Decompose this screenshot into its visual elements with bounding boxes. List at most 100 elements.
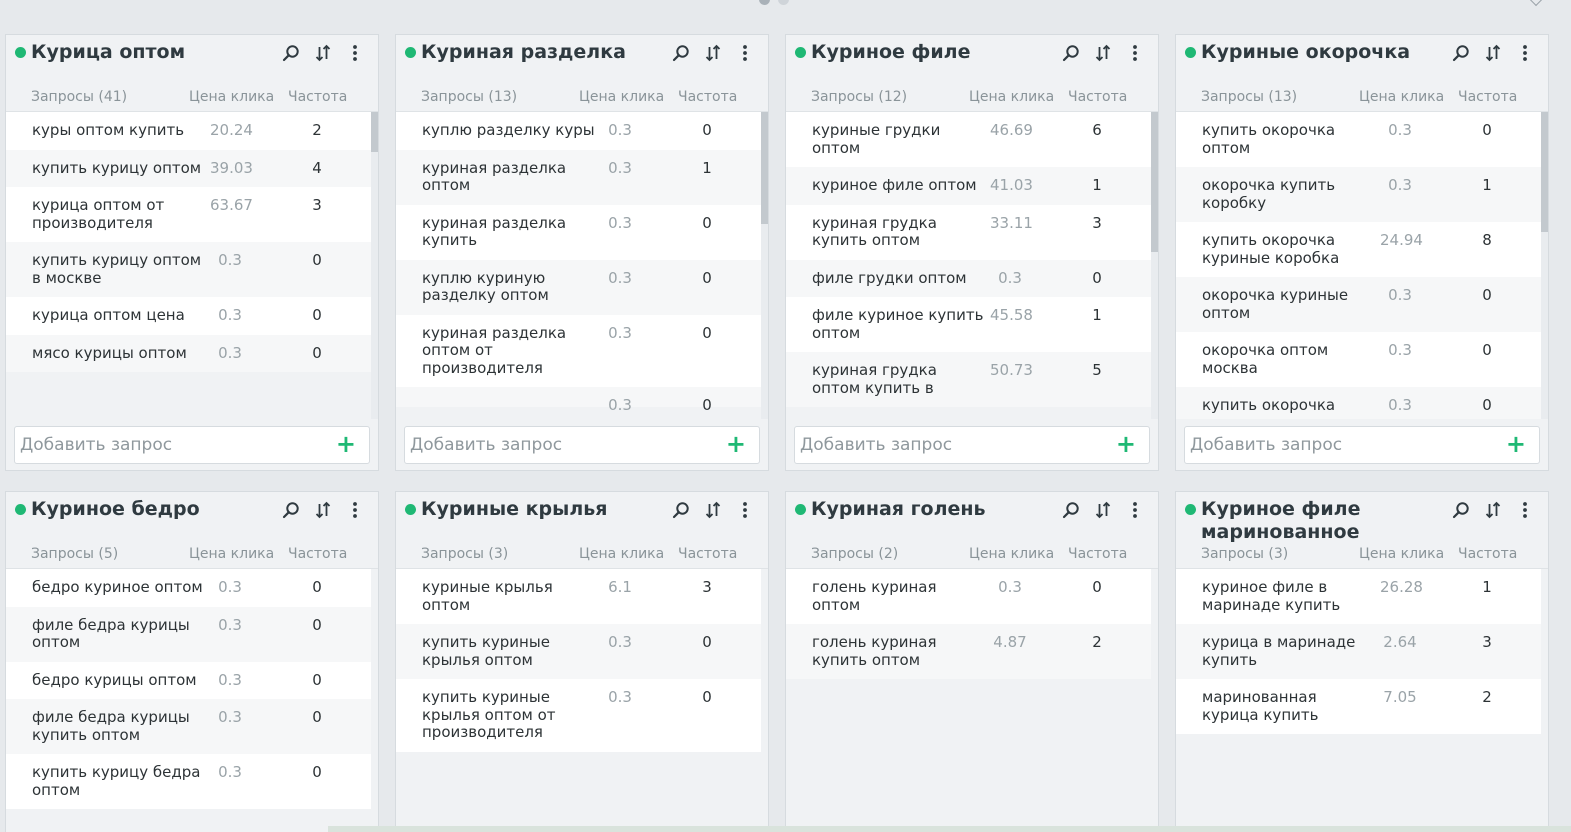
query-row[interactable]: куплю куриную разделку оптом 0.3 0 bbox=[396, 259, 761, 315]
column-frequency[interactable]: Частота bbox=[1068, 546, 1127, 562]
page-dot[interactable] bbox=[778, 0, 789, 5]
query-row[interactable]: филе бедра курицы оптом 0.3 0 bbox=[6, 606, 371, 662]
query-row[interactable]: куриное филе оптом 41.03 1 bbox=[786, 167, 1151, 205]
query-row[interactable]: куриное филе в маринаде купить 26.28 1 bbox=[1176, 569, 1541, 624]
column-queries[interactable]: Запросы (13) bbox=[1201, 89, 1297, 105]
query-row[interactable]: купить курицу оптом в москве 0.3 0 bbox=[6, 242, 371, 297]
search-icon[interactable] bbox=[1451, 500, 1470, 520]
column-price[interactable]: Цена клика bbox=[579, 546, 664, 562]
column-price[interactable]: Цена клика bbox=[1359, 89, 1444, 105]
query-row[interactable]: купить окорочка оптом 0.3 0 bbox=[1176, 112, 1541, 167]
column-queries[interactable]: Запросы (12) bbox=[811, 89, 907, 105]
query-row[interactable]: куриная грудка оптом купить в 50.73 5 bbox=[786, 352, 1151, 407]
column-frequency[interactable]: Частота bbox=[678, 546, 737, 562]
card-title[interactable]: Куриное филе маринованное bbox=[1201, 498, 1441, 544]
search-icon[interactable] bbox=[1061, 500, 1080, 520]
query-row[interactable]: куриные грудки оптом 46.69 6 bbox=[786, 112, 1151, 167]
add-query-field[interactable]: Добавить запрос + bbox=[1184, 426, 1540, 464]
list-scrollbar[interactable] bbox=[761, 112, 768, 419]
column-queries[interactable]: Запросы (3) bbox=[1201, 546, 1288, 562]
pagination-dots[interactable] bbox=[759, 0, 789, 5]
card-title[interactable]: Куриная разделка bbox=[421, 41, 661, 64]
column-price[interactable]: Цена клика bbox=[189, 89, 274, 105]
query-row[interactable]: окорочка оптом москва 0.3 0 bbox=[1176, 332, 1541, 387]
plus-icon[interactable]: + bbox=[336, 431, 356, 457]
query-row[interactable]: купить курицу оптом 39.03 4 bbox=[6, 149, 371, 187]
query-row[interactable]: купить окорочка 0.3 0 bbox=[1176, 387, 1541, 419]
more-vertical-icon[interactable] bbox=[345, 500, 364, 520]
column-frequency[interactable]: Частота bbox=[288, 546, 347, 562]
query-row[interactable]: курица оптом от производителя 63.67 3 bbox=[6, 187, 371, 242]
column-queries[interactable]: Запросы (41) bbox=[31, 89, 127, 105]
card-title[interactable]: Куриные окорочка bbox=[1201, 41, 1441, 64]
query-row[interactable]: куриные крылья оптом 6.1 3 bbox=[396, 569, 761, 624]
more-vertical-icon[interactable] bbox=[735, 500, 754, 520]
query-row[interactable]: окорочка куриные оптом 0.3 0 bbox=[1176, 277, 1541, 332]
chevron-down-icon[interactable] bbox=[1528, 0, 1544, 7]
sort-icon[interactable] bbox=[1093, 43, 1112, 63]
list-scrollbar[interactable] bbox=[371, 112, 378, 419]
search-icon[interactable] bbox=[281, 500, 300, 520]
column-queries[interactable]: Запросы (13) bbox=[421, 89, 517, 105]
add-query-field[interactable]: Добавить запрос + bbox=[794, 426, 1150, 464]
column-price[interactable]: Цена клика bbox=[969, 89, 1054, 105]
query-row[interactable]: курица в маринаде купить 2.64 3 bbox=[1176, 624, 1541, 679]
list-scrollbar[interactable] bbox=[1541, 112, 1548, 419]
column-queries[interactable]: Запросы (2) bbox=[811, 546, 898, 562]
scroll-thumb[interactable] bbox=[1541, 112, 1548, 232]
card-title[interactable]: Куриное филе bbox=[811, 41, 1051, 64]
more-vertical-icon[interactable] bbox=[1125, 500, 1144, 520]
query-row[interactable]: купить окорочка куриные коробка 24.94 8 bbox=[1176, 222, 1541, 277]
query-row[interactable]: купить куриные крылья оптом от производи… bbox=[396, 679, 761, 752]
query-row[interactable]: куплю разделку куры 0.3 0 bbox=[396, 112, 761, 150]
column-frequency[interactable]: Частота bbox=[1458, 89, 1517, 105]
query-row[interactable]: филе бедра курицы купить оптом 0.3 0 bbox=[6, 699, 371, 754]
query-row[interactable]: курица оптом цена 0.3 0 bbox=[6, 297, 371, 335]
more-vertical-icon[interactable] bbox=[1515, 43, 1534, 63]
column-price[interactable]: Цена клика bbox=[189, 546, 274, 562]
more-vertical-icon[interactable] bbox=[1515, 500, 1534, 520]
more-vertical-icon[interactable] bbox=[735, 43, 754, 63]
plus-icon[interactable]: + bbox=[1506, 431, 1526, 457]
list-scrollbar[interactable] bbox=[1151, 112, 1158, 419]
card-title[interactable]: Курица оптом bbox=[31, 41, 271, 64]
page-dot-active[interactable] bbox=[759, 0, 770, 5]
query-row[interactable]: купить куриные крылья оптом 0.3 0 bbox=[396, 624, 761, 679]
query-row[interactable]: филе грудки оптом 0.3 0 bbox=[786, 259, 1151, 297]
sort-icon[interactable] bbox=[313, 43, 332, 63]
sort-icon[interactable] bbox=[1483, 500, 1502, 520]
column-frequency[interactable]: Частота bbox=[1458, 546, 1517, 562]
search-icon[interactable] bbox=[281, 43, 300, 63]
scroll-thumb[interactable] bbox=[1151, 112, 1158, 252]
query-row[interactable]: купить курицу бедра оптом 0.3 0 bbox=[6, 754, 371, 809]
column-queries[interactable]: Запросы (3) bbox=[421, 546, 508, 562]
query-row[interactable]: маринованная курица купить 7.05 2 bbox=[1176, 679, 1541, 734]
query-row[interactable]: куриная грудка купить оптом 33.11 3 bbox=[786, 204, 1151, 260]
query-row[interactable]: окорочка купить коробку 0.3 1 bbox=[1176, 167, 1541, 222]
card-title[interactable]: Куриная голень bbox=[811, 498, 1051, 521]
horizontal-scrollbar[interactable] bbox=[328, 826, 1571, 832]
add-query-field[interactable]: Добавить запрос + bbox=[404, 426, 760, 464]
plus-icon[interactable]: + bbox=[1116, 431, 1136, 457]
query-row[interactable]: бедро курицы оптом 0.3 0 bbox=[6, 661, 371, 699]
search-icon[interactable] bbox=[671, 43, 690, 63]
sort-icon[interactable] bbox=[703, 43, 722, 63]
query-row[interactable]: голень куриная оптом 0.3 0 bbox=[786, 569, 1151, 624]
column-queries[interactable]: Запросы (5) bbox=[31, 546, 118, 562]
query-row[interactable]: куриная разделка купить 0.3 0 bbox=[396, 204, 761, 260]
column-frequency[interactable]: Частота bbox=[1068, 89, 1127, 105]
sort-icon[interactable] bbox=[703, 500, 722, 520]
query-row[interactable]: филе куриное купить оптом 45.58 1 bbox=[786, 297, 1151, 352]
query-row[interactable]: 0.3 0 bbox=[396, 387, 761, 414]
query-row[interactable]: куриная разделка оптом 0.3 1 bbox=[396, 149, 761, 205]
query-row[interactable]: мясо курицы оптом 0.3 0 bbox=[6, 334, 371, 372]
card-title[interactable]: Куриные крылья bbox=[421, 498, 661, 521]
query-row[interactable]: голень куриная купить оптом 4.87 2 bbox=[786, 624, 1151, 679]
search-icon[interactable] bbox=[671, 500, 690, 520]
sort-icon[interactable] bbox=[1093, 500, 1112, 520]
search-icon[interactable] bbox=[1061, 43, 1080, 63]
query-row[interactable]: бедро куриное оптом 0.3 0 bbox=[6, 569, 371, 607]
column-frequency[interactable]: Частота bbox=[678, 89, 737, 105]
column-price[interactable]: Цена клика bbox=[579, 89, 664, 105]
plus-icon[interactable]: + bbox=[726, 431, 746, 457]
